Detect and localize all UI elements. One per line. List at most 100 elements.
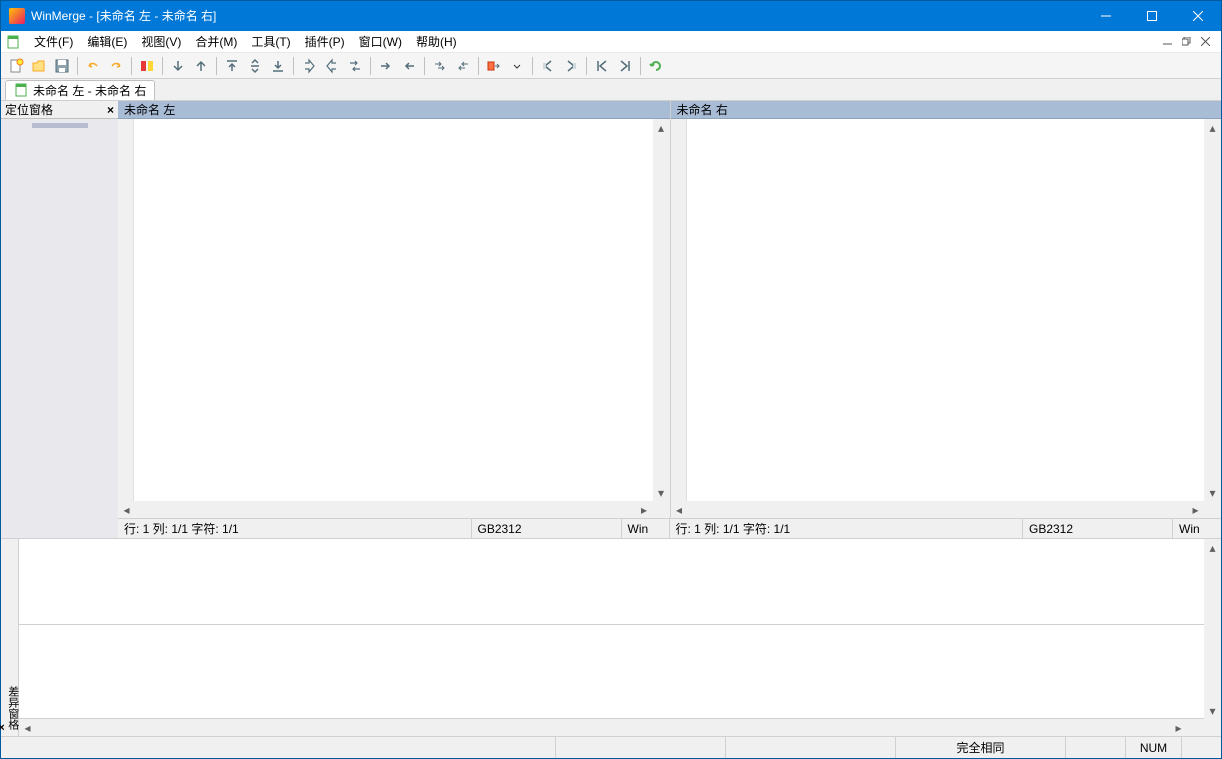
maximize-button[interactable] [1129,1,1175,31]
mdi-minimize-button[interactable] [1159,35,1175,49]
scroll-right-icon[interactable]: ▸ [1170,719,1187,736]
location-pane-close-icon[interactable]: × [107,103,114,117]
scroll-track[interactable] [653,136,670,484]
left-gutter [118,119,134,501]
mdi-close-button[interactable] [1197,35,1213,49]
right-pane-header[interactable]: 未命名 右 [671,101,1222,119]
current-diff-button[interactable] [244,55,266,77]
next-diff-button[interactable] [167,55,189,77]
scroll-up-icon[interactable]: ▴ [653,119,670,136]
right-gutter [671,119,687,501]
menu-file[interactable]: 文件(F) [27,31,80,53]
menu-view[interactable]: 视图(V) [134,31,188,53]
new-button[interactable] [5,55,27,77]
copy-right-advance-button[interactable] [429,55,451,77]
compare-button[interactable] [136,55,158,77]
next-file-button[interactable] [560,55,582,77]
scroll-down-icon[interactable]: ▾ [1204,702,1221,719]
left-vscrollbar[interactable]: ▴ ▾ [653,119,670,501]
diff-row[interactable] [19,539,1204,625]
statusbar-compare-result: 完全相同 [895,737,1065,758]
redo-button[interactable] [105,55,127,77]
right-vscrollbar[interactable]: ▴ ▾ [1204,119,1221,501]
scroll-left-icon[interactable]: ◂ [671,501,688,518]
location-strip [32,123,88,128]
right-pane: 未命名 右 ▴ ▾ ◂ ▸ [670,101,1222,518]
diff-rows[interactable] [19,539,1204,719]
scroll-up-icon[interactable]: ▴ [1204,539,1221,556]
document-icon [5,34,21,50]
minimize-button[interactable] [1083,1,1129,31]
copy-left-button[interactable] [398,55,420,77]
compare-main-area: 定位窗格 × 未命名 左 ▴ ▾ [1,101,1221,539]
scroll-down-icon[interactable]: ▾ [1204,484,1221,501]
window-title: WinMerge - [未命名 左 - 未命名 右] [31,1,1083,31]
diff-hscrollbar[interactable]: ◂ ▸ [19,719,1204,736]
prev-diff-button[interactable] [190,55,212,77]
diff-vscrollbar[interactable]: ▴ ▾ [1204,539,1221,736]
last-file-button[interactable] [614,55,636,77]
document-tab-label: 未命名 左 - 未命名 右 [33,82,146,99]
window-controls [1083,1,1221,31]
all-right-button[interactable] [483,55,505,77]
scroll-track[interactable] [135,501,636,518]
mdi-controls [1159,35,1217,49]
menu-help[interactable]: 帮助(H) [409,31,464,53]
undo-button[interactable] [82,55,104,77]
diff-pane: × 差异窗格 ◂ ▸ ▴ ▾ [1,539,1221,736]
menu-edit[interactable]: 编辑(E) [80,31,134,53]
toolbar [1,53,1221,79]
app-name: WinMerge [31,9,86,23]
right-status-position: 行: 1 列: 1/1 字符: 1/1 [670,519,1024,538]
scroll-track[interactable] [1204,556,1221,702]
left-pane-header[interactable]: 未命名 左 [118,101,670,119]
scroll-left-icon[interactable]: ◂ [19,719,36,736]
diff-swap-button[interactable] [344,55,366,77]
left-status-encoding[interactable]: GB2312 [472,519,622,538]
location-pane-body[interactable] [1,119,118,538]
menu-tools[interactable]: 工具(T) [244,31,297,53]
scroll-right-icon[interactable]: ▸ [636,501,653,518]
left-status-position: 行: 1 列: 1/1 字符: 1/1 [118,519,472,538]
right-text-area[interactable] [687,119,1205,501]
scroll-down-icon[interactable]: ▾ [653,484,670,501]
document-tab-bar: 未命名 左 - 未命名 右 [1,79,1221,101]
close-button[interactable] [1175,1,1221,31]
diff-pane-body: ◂ ▸ [19,539,1204,736]
mdi-restore-button[interactable] [1178,35,1194,49]
next-diff-right-button[interactable] [298,55,320,77]
location-pane: 定位窗格 × [1,101,118,538]
left-text-area[interactable] [134,119,653,501]
last-diff-button[interactable] [267,55,289,77]
scroll-track[interactable] [688,501,1188,518]
menu-window[interactable]: 窗口(W) [352,31,409,53]
copy-left-advance-button[interactable] [452,55,474,77]
refresh-button[interactable] [645,55,667,77]
diff-row[interactable] [19,625,1204,711]
menu-merge[interactable]: 合并(M) [188,31,244,53]
prev-file-button[interactable] [537,55,559,77]
menu-plugins[interactable]: 插件(P) [298,31,352,53]
scroll-track[interactable] [1204,136,1221,484]
left-hscrollbar[interactable]: ◂ ▸ [118,501,670,518]
first-file-button[interactable] [591,55,613,77]
right-status-eol[interactable]: Win [1173,519,1221,538]
scroll-track[interactable] [36,719,1170,736]
copy-right-button[interactable] [375,55,397,77]
doc-name: [未命名 左 - 未命名 右] [96,9,216,23]
options-dropdown-button[interactable] [506,55,528,77]
right-hscrollbar[interactable]: ◂ ▸ [671,501,1222,518]
next-diff-left-button[interactable] [321,55,343,77]
left-status-eol[interactable]: Win [622,519,670,538]
scroll-right-icon[interactable]: ▸ [1187,501,1204,518]
document-tab[interactable]: 未命名 左 - 未命名 右 [5,80,155,100]
scroll-up-icon[interactable]: ▴ [1204,119,1221,136]
save-button[interactable] [51,55,73,77]
open-button[interactable] [28,55,50,77]
statusbar: 完全相同 NUM [1,736,1221,758]
scroll-left-icon[interactable]: ◂ [118,501,135,518]
first-diff-button[interactable] [221,55,243,77]
right-status-encoding[interactable]: GB2312 [1023,519,1173,538]
compare-area: 未命名 左 ▴ ▾ ◂ ▸ [118,101,1221,538]
titlebar: WinMerge - [未命名 左 - 未命名 右] [1,1,1221,31]
